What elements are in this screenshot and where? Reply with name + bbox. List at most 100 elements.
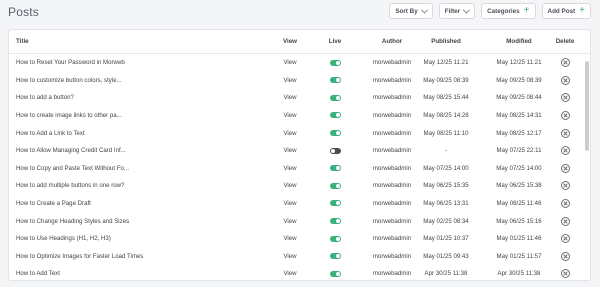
post-title-link[interactable]: How to Reset Your Password in Morweb: [16, 59, 271, 66]
toggle-switch-icon[interactable]: [329, 235, 341, 242]
scrollbar[interactable]: [585, 61, 589, 151]
view-link[interactable]: View: [275, 147, 305, 154]
view-link[interactable]: View: [275, 182, 305, 189]
plus-icon: +: [523, 5, 530, 16]
chevron-down-icon: [420, 6, 428, 14]
toggle-switch-icon[interactable]: [329, 253, 341, 260]
circle-x-icon[interactable]: [560, 146, 570, 156]
post-title-link[interactable]: How to Use Headings (H1, H2, H3): [16, 235, 271, 242]
post-title-link[interactable]: How to Add Text: [16, 270, 271, 277]
toggle-switch-icon[interactable]: [329, 94, 341, 101]
delete-button[interactable]: [550, 93, 580, 103]
delete-button[interactable]: [550, 163, 580, 173]
delete-button[interactable]: [550, 146, 580, 156]
toggle-switch-icon[interactable]: [329, 77, 341, 84]
delete-button[interactable]: [550, 216, 580, 226]
modified-cell: May 01/25 11:57: [496, 252, 542, 260]
toggle-switch-icon[interactable]: [329, 59, 341, 66]
post-title-link[interactable]: How to Change Heading Styles and Sizes: [16, 218, 271, 225]
circle-x-icon[interactable]: [560, 181, 570, 191]
modified-cell: May 09/25 08:39: [496, 76, 542, 84]
delete-button[interactable]: [550, 128, 580, 138]
add-post-button[interactable]: Add Post +: [541, 3, 591, 19]
modified-cell: May 08/25 14:31: [496, 112, 542, 120]
circle-x-icon[interactable]: [560, 234, 570, 244]
toggle-switch-icon[interactable]: [329, 165, 341, 172]
table-row: How to create image links to other pa...…: [9, 107, 590, 125]
delete-button[interactable]: [550, 75, 580, 85]
toggle-switch-icon[interactable]: [329, 218, 341, 225]
delete-button[interactable]: [550, 269, 580, 279]
table-header: Title View Live Author Published Modifie…: [9, 30, 590, 54]
delete-button[interactable]: [550, 111, 580, 121]
post-title-link[interactable]: How to Allow Managing Credit Card Inf...: [16, 147, 271, 154]
chevron-down-icon: [463, 6, 471, 14]
published-cell: May 12/25 11:21: [423, 59, 469, 67]
delete-button[interactable]: [550, 251, 580, 261]
view-link[interactable]: View: [275, 270, 305, 277]
circle-x-icon[interactable]: [560, 93, 570, 103]
toggle-switch-icon[interactable]: [329, 147, 341, 154]
view-link[interactable]: View: [275, 112, 305, 119]
toolbar: Sort By Filter Categories + Add Post +: [389, 3, 591, 19]
toggle-switch-icon[interactable]: [329, 112, 341, 119]
published-cell: May 08/25 11:10: [423, 129, 469, 137]
post-title-link[interactable]: How to Create a Page Draft: [16, 200, 271, 207]
post-title-link[interactable]: How to add multiple buttons in one row?: [16, 182, 271, 189]
column-header-published[interactable]: Published: [413, 38, 479, 45]
post-title-link[interactable]: How to create image links to other pa...: [16, 112, 271, 119]
modified-cell: May 08/25 11:46: [496, 200, 542, 208]
circle-x-icon[interactable]: [560, 128, 570, 138]
toggle-switch-icon[interactable]: [329, 130, 341, 137]
circle-x-icon[interactable]: [560, 251, 570, 261]
delete-button[interactable]: [550, 58, 580, 68]
published-cell: May 01/25 10:37: [423, 235, 469, 243]
view-link[interactable]: View: [275, 235, 305, 242]
post-title-link[interactable]: How to Add a Link to Text: [16, 130, 271, 137]
circle-x-icon[interactable]: [560, 199, 570, 209]
plus-icon: +: [579, 5, 585, 16]
published-cell: May 02/25 08:34: [423, 217, 469, 225]
table-body: How to Reset Your Password in Morweb View…: [9, 54, 590, 280]
sort-by-button[interactable]: Sort By: [389, 3, 433, 19]
published-cell: Apr 30/25 11:38: [424, 270, 468, 278]
column-header-modified[interactable]: Modified: [486, 38, 552, 45]
sort-by-label: Sort By: [395, 7, 418, 15]
published-cell: May 06/25 13:31: [423, 200, 469, 208]
view-link[interactable]: View: [275, 130, 305, 137]
column-header-title[interactable]: Title: [16, 38, 271, 45]
table-row: How to add a button? View morwebadmin May 0…: [9, 89, 590, 107]
post-title-link[interactable]: How to customize button colors, style...: [16, 77, 271, 84]
modified-cell: May 07/25 22:11: [496, 147, 542, 155]
view-link[interactable]: View: [275, 253, 305, 260]
view-link[interactable]: View: [275, 77, 305, 84]
circle-x-icon[interactable]: [560, 75, 570, 85]
post-title-link[interactable]: How to Copy and Paste Text Without Fo...: [16, 165, 271, 172]
categories-button[interactable]: Categories +: [481, 3, 536, 19]
post-title-link[interactable]: How to add a button?: [16, 94, 271, 101]
toggle-switch-icon[interactable]: [329, 200, 341, 207]
circle-x-icon[interactable]: [560, 111, 570, 121]
published-cell: May 01/25 09:43: [423, 252, 469, 260]
view-link[interactable]: View: [275, 94, 305, 101]
view-link[interactable]: View: [275, 59, 305, 66]
post-title-link[interactable]: How to Optimize Images for Faster Load T…: [16, 253, 271, 260]
modified-cell: May 08/25 12:17: [496, 129, 542, 137]
delete-button[interactable]: [550, 199, 580, 209]
view-link[interactable]: View: [275, 200, 305, 207]
circle-x-icon[interactable]: [560, 58, 570, 68]
view-link[interactable]: View: [275, 218, 305, 225]
circle-x-icon[interactable]: [560, 163, 570, 173]
table-row: How to customize button colors, style...…: [9, 72, 590, 90]
toggle-switch-icon[interactable]: [329, 182, 341, 189]
toggle-switch-icon[interactable]: [329, 270, 341, 277]
delete-button[interactable]: [550, 234, 580, 244]
filter-button[interactable]: Filter: [438, 3, 476, 19]
circle-x-icon[interactable]: [560, 269, 570, 279]
delete-button[interactable]: [550, 181, 580, 191]
view-link[interactable]: View: [275, 165, 305, 172]
table-row: How to add multiple buttons in one row? V…: [9, 177, 590, 195]
page-title: Posts: [8, 5, 40, 19]
circle-x-icon[interactable]: [560, 216, 570, 226]
table-row: How to Copy and Paste Text Without Fo...…: [9, 160, 590, 178]
